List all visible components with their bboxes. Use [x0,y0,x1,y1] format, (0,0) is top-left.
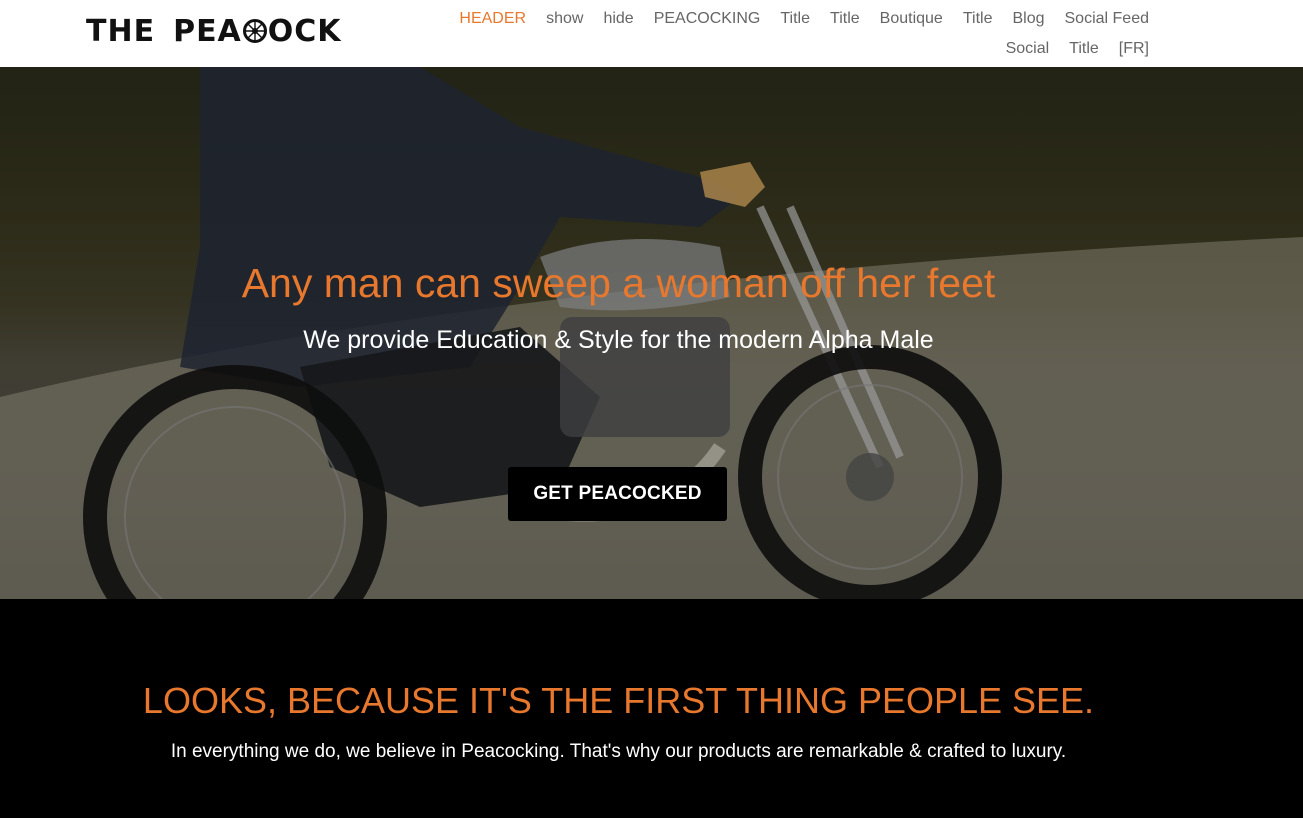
site-logo[interactable]: THE PEA OCK [86,13,342,49]
logo-text-ock: OCK [267,13,342,49]
hero-title: Any man can sweep a woman off her feet [241,260,996,306]
nav-item-title[interactable]: Title [770,6,820,32]
nav-item-peacocking[interactable]: PEACOCKING [644,6,771,32]
main-nav: HEADER show hide PEACOCKING Title Title … [393,6,1159,62]
nav-item-title[interactable]: Title [1059,36,1109,62]
hero-subtitle: We provide Education & Style for the mod… [303,326,934,354]
nav-item-boutique[interactable]: Boutique [870,6,953,32]
nav-item-hide[interactable]: hide [593,6,643,32]
nav-item-language-fr[interactable]: [FR] [1109,36,1159,62]
site-header: THE PEA OCK HEADER show hide PEACOCKING … [0,0,1303,67]
hero-banner: Any man can sweep a woman off her feet W… [0,67,1303,599]
section-text: In everything we do, we believe in Peaco… [170,741,1067,762]
logo-text-pea: PEA [173,13,242,49]
nav-item-title[interactable]: Title [820,6,870,32]
looks-section: LOOKS, BECAUSE IT'S THE FIRST THING PEOP… [0,599,1303,818]
logo-text-the: THE [86,13,156,49]
nav-item-social-feed[interactable]: Social Feed [1055,6,1160,32]
nav-item-social[interactable]: Social [996,36,1060,62]
nav-item-show[interactable]: show [536,6,593,32]
nav-item-blog[interactable]: Blog [1002,6,1054,32]
nav-item-title[interactable]: Title [953,6,1003,32]
wheel-icon [242,19,267,43]
section-title: LOOKS, BECAUSE IT'S THE FIRST THING PEOP… [142,680,1095,721]
get-peacocked-button[interactable]: GET PEACOCKED [508,467,727,521]
nav-item-header[interactable]: HEADER [449,6,536,32]
